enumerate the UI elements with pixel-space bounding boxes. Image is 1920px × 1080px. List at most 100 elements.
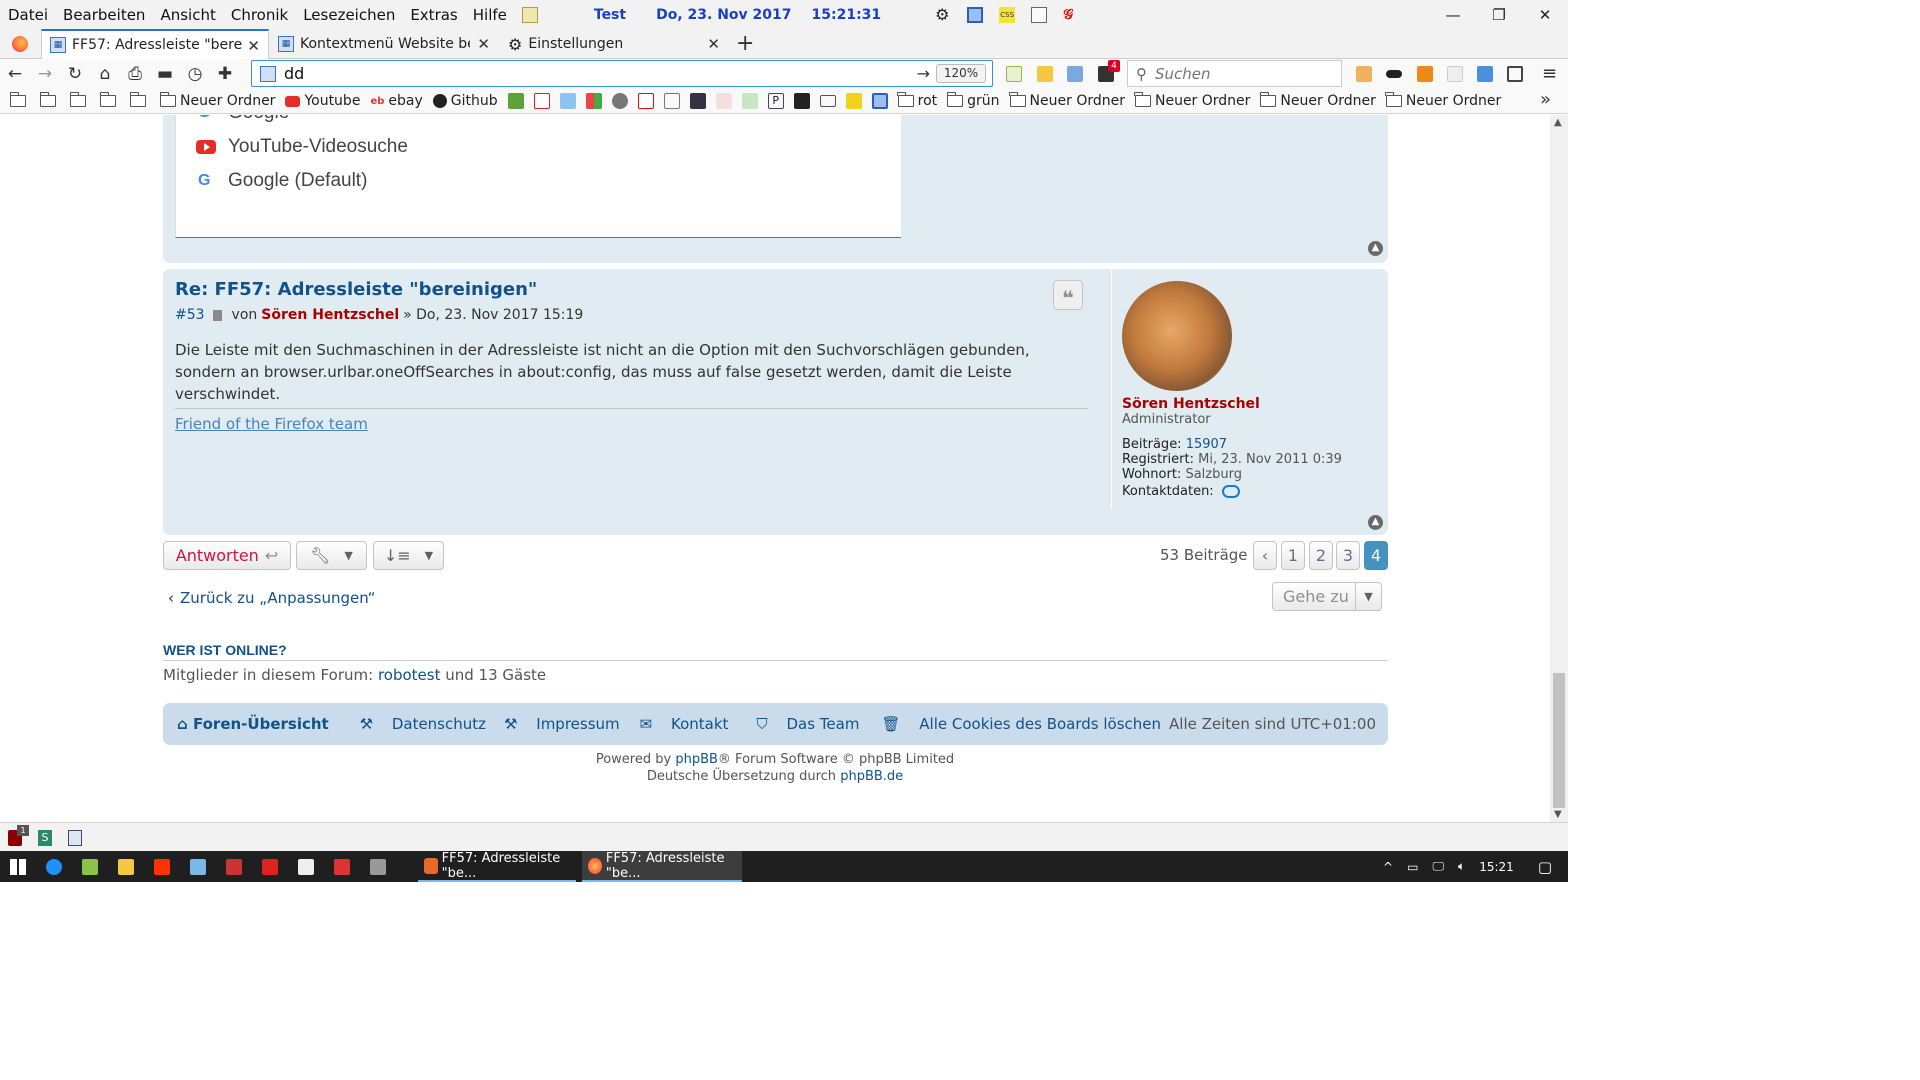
profile-name[interactable]: Sören Hentzschel (1122, 396, 1260, 412)
brush-icon[interactable] (1356, 66, 1372, 82)
edge-icon[interactable] (46, 858, 62, 875)
scroll-down-icon[interactable]: ▼ (1554, 809, 1562, 820)
document-addon-icon[interactable] (68, 830, 82, 846)
hat-icon[interactable]: ▬ (150, 59, 180, 89)
scripts-red-icon[interactable] (637, 93, 654, 109)
window-icon[interactable] (967, 6, 984, 23)
star-icon[interactable] (533, 93, 550, 109)
impressum-link[interactable]: ⚒ Impressum (490, 715, 620, 733)
contact-link[interactable]: ✉ Kontakt (626, 715, 729, 733)
bookmark-ebay[interactable]: eb ebay (370, 93, 422, 109)
stack-icon[interactable] (689, 93, 706, 109)
post-title[interactable]: Re: FF57: Adressleiste "bereinigen" (175, 279, 537, 300)
bookmarks-overflow-icon[interactable]: » (1540, 89, 1551, 110)
folder-plain-icon[interactable] (819, 95, 836, 107)
search-input[interactable] (1155, 64, 1325, 83)
network-icon[interactable]: 🖵︎ (1432, 859, 1444, 874)
battery-icon[interactable]: ▭ (1407, 860, 1418, 874)
disc-icon[interactable] (611, 93, 628, 109)
menu-hilfe[interactable]: Hilfe (473, 6, 507, 24)
jump-to-dropdown[interactable]: Gehe zu ▼ (1272, 582, 1382, 611)
post-number[interactable]: #53 (175, 307, 205, 323)
forward-button[interactable]: → (30, 59, 60, 89)
bookmark-neuer-ordner[interactable]: Neuer Ordner (159, 92, 275, 109)
close-tab-icon[interactable]: ✕ (707, 35, 720, 53)
window-blue-icon[interactable] (871, 93, 888, 109)
minimize-button[interactable]: — (1430, 0, 1476, 29)
notes-icon[interactable] (1447, 66, 1463, 82)
page-scrollbar[interactable]: ▲ ▼ (1550, 115, 1568, 822)
screenshot-icon[interactable] (1417, 66, 1433, 82)
bookmark-github[interactable]: Github (432, 93, 498, 109)
edit-doc-icon[interactable] (663, 93, 680, 109)
windows-start-icon[interactable] (10, 858, 26, 875)
menu-ansicht[interactable]: Ansicht (160, 6, 215, 24)
phpbb-de-link[interactable]: phpBB.de (840, 769, 903, 784)
restore-button[interactable]: ❐ (1476, 0, 1522, 29)
menu-extras[interactable]: Extras (410, 6, 457, 24)
taskbar-window-1[interactable]: FF57: Adressleiste "be... (418, 851, 576, 882)
close-window-button[interactable]: ✕ (1522, 0, 1568, 29)
menu-lesezeichen[interactable]: Lesezeichen (303, 6, 395, 24)
tools-dropdown[interactable]: 🔧︎ ▼ (296, 541, 367, 570)
firefox-menu-icon[interactable] (12, 36, 28, 52)
reload-button[interactable]: ↻ (60, 59, 90, 89)
box-app-icon[interactable] (298, 858, 314, 875)
sync-icon[interactable] (1477, 66, 1493, 82)
bookmark-rot[interactable]: rot (897, 92, 937, 109)
taskbar-window-2[interactable]: FF57: Adressleiste "be... (582, 851, 742, 882)
search-bar[interactable]: ⚲ (1127, 60, 1342, 87)
delete-cookies-link[interactable]: 🗑︎ Alle Cookies des Boards löschen (867, 715, 1161, 733)
bookmark-gruen[interactable]: grün (946, 92, 1000, 109)
mask-icon[interactable] (1386, 70, 1402, 78)
bookmark-folder[interactable] (39, 92, 60, 107)
close-tab-icon[interactable]: ✕ (247, 37, 260, 55)
tool-app-icon[interactable] (190, 858, 206, 875)
post-signature[interactable]: Friend of the Firefox team (175, 415, 368, 433)
url-bar[interactable]: → 120% (251, 60, 993, 87)
close-tab-icon[interactable]: ✕ (477, 35, 490, 53)
back-to-top-icon[interactable]: ▲ (1368, 515, 1383, 530)
avatar[interactable] (1122, 281, 1232, 391)
printer-app-icon[interactable] (370, 858, 386, 875)
s-addon-icon[interactable]: S (38, 830, 52, 846)
chat-bubble-icon[interactable] (1221, 485, 1240, 498)
print-button[interactable]: ⎙ (120, 59, 150, 89)
f-app-icon[interactable] (154, 858, 170, 875)
puzzle-color-icon[interactable] (585, 93, 602, 109)
board-index-link[interactable]: ⌂ Foren-Übersicht (177, 715, 329, 733)
team-link[interactable]: ⛉ Das Team (742, 715, 859, 733)
back-button[interactable]: ← (0, 59, 30, 89)
download-app-icon[interactable] (262, 858, 278, 875)
bookmark-folder[interactable] (9, 92, 30, 107)
volume-icon[interactable]: 🔈︎ (1458, 859, 1465, 874)
css-icon[interactable]: CSS (999, 6, 1016, 23)
translate-icon[interactable] (1006, 66, 1022, 82)
bookmark-neuer-ordner[interactable]: Neuer Ordner (1259, 92, 1376, 109)
notepad-plus-icon[interactable] (82, 858, 98, 875)
bookmark-youtube[interactable]: Youtube (285, 93, 360, 109)
history-button[interactable]: ◷ (180, 59, 210, 89)
sidebar-icon[interactable] (1507, 66, 1523, 82)
bookmark-folder[interactable] (129, 92, 150, 107)
explorer-icon[interactable] (118, 858, 134, 875)
tray-chevron-up-icon[interactable]: ^ (1383, 860, 1393, 874)
hamburger-menu-icon[interactable]: ≡ (1542, 63, 1557, 84)
go-arrow-icon[interactable]: → (917, 64, 930, 83)
screen-app-icon[interactable] (226, 858, 242, 875)
home-button[interactable]: ⌂ (90, 59, 120, 89)
edit-icon[interactable] (1031, 6, 1048, 23)
bookmark-neuer-ordner[interactable]: Neuer Ordner (1009, 92, 1125, 109)
puzzle-icon[interactable] (793, 93, 810, 109)
open-folder-icon[interactable] (1037, 66, 1053, 82)
new-tab-button[interactable]: + (736, 31, 754, 56)
download-icon[interactable] (507, 93, 524, 109)
bookmark-neuer-ordner[interactable]: Neuer Ordner (1134, 92, 1250, 109)
action-center-icon[interactable]: ▢ (1538, 858, 1552, 876)
notepad-icon[interactable] (521, 6, 538, 23)
tab-kontextmenue[interactable]: ▦ Kontextmenü Website bear ✕ (270, 29, 498, 59)
gear-icon[interactable]: ⚙ (935, 6, 951, 23)
addons-button[interactable]: ✚ (210, 59, 240, 89)
reply-button[interactable]: Antworten ↩ (163, 541, 291, 570)
privacy-link[interactable]: ⚒ Datenschutz (346, 715, 486, 733)
